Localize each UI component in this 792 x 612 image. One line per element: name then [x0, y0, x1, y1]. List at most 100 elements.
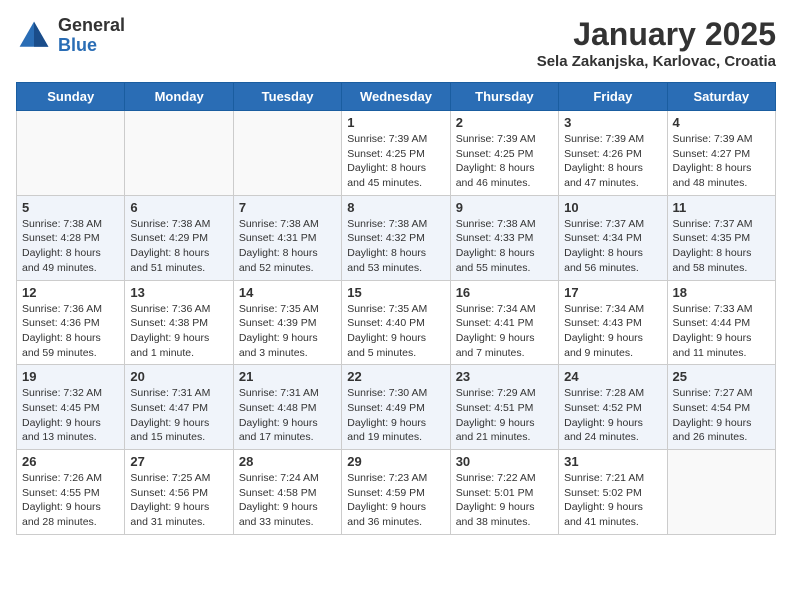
calendar-cell: 18 Sunrise: 7:33 AMSunset: 4:44 PMDayligh… — [667, 280, 775, 365]
calendar-subtitle: Sela Zakanjska, Karlovac, Croatia — [537, 53, 776, 70]
calendar-cell — [233, 111, 341, 196]
day-info: Sunrise: 7:21 AMSunset: 5:02 PMDaylight:… — [564, 471, 661, 530]
day-number: 2 — [456, 115, 553, 130]
day-info: Sunrise: 7:32 AMSunset: 4:45 PMDaylight:… — [22, 386, 119, 445]
weekday-header: Friday — [559, 83, 667, 111]
calendar-cell: 23 Sunrise: 7:29 AMSunset: 4:51 PMDayligh… — [450, 365, 558, 450]
calendar-cell: 31 Sunrise: 7:21 AMSunset: 5:02 PMDayligh… — [559, 450, 667, 535]
calendar-title: January 2025 — [537, 16, 776, 53]
day-number: 1 — [347, 115, 444, 130]
weekday-header: Wednesday — [342, 83, 450, 111]
day-info: Sunrise: 7:39 AMSunset: 4:25 PMDaylight:… — [347, 132, 444, 191]
calendar-cell: 13Sunrise: 7:36 AMSunset: 4:38 PMDayligh… — [125, 280, 233, 365]
calendar-cell: 12Sunrise: 7:36 AMSunset: 4:36 PMDayligh… — [17, 280, 125, 365]
day-info: Sunrise: 7:38 AMSunset: 4:29 PMDaylight:… — [130, 217, 227, 276]
calendar-cell: 16 Sunrise: 7:34 AMSunset: 4:41 PMDayligh… — [450, 280, 558, 365]
day-number: 16 — [456, 285, 553, 300]
day-info: Sunrise: 7:38 AMSunset: 4:31 PMDaylight:… — [239, 217, 336, 276]
day-number: 5 — [22, 200, 119, 215]
calendar-cell: 25 Sunrise: 7:27 AMSunset: 4:54 PMDayligh… — [667, 365, 775, 450]
logo-blue: Blue — [58, 35, 97, 55]
day-number: 7 — [239, 200, 336, 215]
calendar-table: SundayMondayTuesdayWednesdayThursdayFrid… — [16, 82, 776, 535]
day-number: 9 — [456, 200, 553, 215]
calendar-cell: 4 Sunrise: 7:39 AMSunset: 4:27 PMDaylight… — [667, 111, 775, 196]
calendar-cell: 2 Sunrise: 7:39 AMSunset: 4:25 PMDaylight… — [450, 111, 558, 196]
day-info: Sunrise: 7:39 AMSunset: 4:26 PMDaylight:… — [564, 132, 661, 191]
day-info: Sunrise: 7:36 AMSunset: 4:36 PMDaylight:… — [22, 302, 119, 361]
calendar-cell: 8Sunrise: 7:38 AMSunset: 4:32 PMDaylight… — [342, 195, 450, 280]
calendar-cell: 6 Sunrise: 7:38 AMSunset: 4:29 PMDaylight… — [125, 195, 233, 280]
day-info: Sunrise: 7:31 AMSunset: 4:48 PMDaylight:… — [239, 386, 336, 445]
calendar-cell: 30 Sunrise: 7:22 AMSunset: 5:01 PMDayligh… — [450, 450, 558, 535]
day-info: Sunrise: 7:27 AMSunset: 4:54 PMDaylight:… — [673, 386, 770, 445]
day-number: 20 — [130, 369, 227, 384]
calendar-cell: 26 Sunrise: 7:26 AMSunset: 4:55 PMDayligh… — [17, 450, 125, 535]
day-info: Sunrise: 7:37 AMSunset: 4:35 PMDaylight:… — [673, 217, 770, 276]
title-block: January 2025 Sela Zakanjska, Karlovac, C… — [537, 16, 776, 70]
day-number: 10 — [564, 200, 661, 215]
day-info: Sunrise: 7:25 AMSunset: 4:56 PMDaylight:… — [130, 471, 227, 530]
day-number: 13 — [130, 285, 227, 300]
day-number: 31 — [564, 454, 661, 469]
weekday-header: Thursday — [450, 83, 558, 111]
calendar-cell: 17 Sunrise: 7:34 AMSunset: 4:43 PMDayligh… — [559, 280, 667, 365]
logo: General Blue — [16, 16, 125, 56]
weekday-header: Saturday — [667, 83, 775, 111]
calendar-cell: 5 Sunrise: 7:38 AMSunset: 4:28 PMDaylight… — [17, 195, 125, 280]
calendar-cell: 19 Sunrise: 7:32 AMSunset: 4:45 PMDayligh… — [17, 365, 125, 450]
day-number: 30 — [456, 454, 553, 469]
day-info: Sunrise: 7:38 AMSunset: 4:28 PMDaylight:… — [22, 217, 119, 276]
calendar-cell: 27 Sunrise: 7:25 AMSunset: 4:56 PMDayligh… — [125, 450, 233, 535]
day-number: 4 — [673, 115, 770, 130]
day-number: 15 — [347, 285, 444, 300]
day-number: 26 — [22, 454, 119, 469]
weekday-header: Sunday — [17, 83, 125, 111]
day-number: 8 — [347, 200, 444, 215]
day-number: 27 — [130, 454, 227, 469]
calendar-cell: 7 Sunrise: 7:38 AMSunset: 4:31 PMDaylight… — [233, 195, 341, 280]
calendar-cell: 22Sunrise: 7:30 AMSunset: 4:49 PMDayligh… — [342, 365, 450, 450]
day-info: Sunrise: 7:35 AMSunset: 4:39 PMDaylight:… — [239, 302, 336, 361]
day-info: Sunrise: 7:23 AMSunset: 4:59 PMDaylight:… — [347, 471, 444, 530]
day-info: Sunrise: 7:34 AMSunset: 4:41 PMDaylight:… — [456, 302, 553, 361]
day-info: Sunrise: 7:33 AMSunset: 4:44 PMDaylight:… — [673, 302, 770, 361]
day-number: 21 — [239, 369, 336, 384]
day-info: Sunrise: 7:37 AMSunset: 4:34 PMDaylight:… — [564, 217, 661, 276]
day-number: 24 — [564, 369, 661, 384]
day-number: 19 — [22, 369, 119, 384]
calendar-week-row: 26 Sunrise: 7:26 AMSunset: 4:55 PMDayligh… — [17, 450, 776, 535]
logo-icon — [16, 18, 52, 54]
calendar-week-row: 12Sunrise: 7:36 AMSunset: 4:36 PMDayligh… — [17, 280, 776, 365]
day-info: Sunrise: 7:35 AMSunset: 4:40 PMDaylight:… — [347, 302, 444, 361]
calendar-week-row: 19 Sunrise: 7:32 AMSunset: 4:45 PMDayligh… — [17, 365, 776, 450]
calendar-cell: 9 Sunrise: 7:38 AMSunset: 4:33 PMDaylight… — [450, 195, 558, 280]
weekday-header: Monday — [125, 83, 233, 111]
calendar-cell — [125, 111, 233, 196]
day-info: Sunrise: 7:39 AMSunset: 4:25 PMDaylight:… — [456, 132, 553, 191]
day-number: 17 — [564, 285, 661, 300]
calendar-cell: 3Sunrise: 7:39 AMSunset: 4:26 PMDaylight… — [559, 111, 667, 196]
day-info: Sunrise: 7:39 AMSunset: 4:27 PMDaylight:… — [673, 132, 770, 191]
calendar-week-row: 1 Sunrise: 7:39 AMSunset: 4:25 PMDaylight… — [17, 111, 776, 196]
calendar-cell — [17, 111, 125, 196]
page-header: General Blue January 2025 Sela Zakanjska… — [16, 16, 776, 70]
calendar-cell: 28Sunrise: 7:24 AMSunset: 4:58 PMDayligh… — [233, 450, 341, 535]
day-info: Sunrise: 7:29 AMSunset: 4:51 PMDaylight:… — [456, 386, 553, 445]
logo-general: General — [58, 15, 125, 35]
day-info: Sunrise: 7:38 AMSunset: 4:33 PMDaylight:… — [456, 217, 553, 276]
day-info: Sunrise: 7:34 AMSunset: 4:43 PMDaylight:… — [564, 302, 661, 361]
day-number: 23 — [456, 369, 553, 384]
day-info: Sunrise: 7:30 AMSunset: 4:49 PMDaylight:… — [347, 386, 444, 445]
day-number: 18 — [673, 285, 770, 300]
day-number: 6 — [130, 200, 227, 215]
day-info: Sunrise: 7:28 AMSunset: 4:52 PMDaylight:… — [564, 386, 661, 445]
day-number: 25 — [673, 369, 770, 384]
calendar-cell — [667, 450, 775, 535]
logo-text: General Blue — [58, 16, 125, 56]
day-number: 14 — [239, 285, 336, 300]
day-info: Sunrise: 7:22 AMSunset: 5:01 PMDaylight:… — [456, 471, 553, 530]
calendar-cell: 11Sunrise: 7:37 AMSunset: 4:35 PMDayligh… — [667, 195, 775, 280]
day-info: Sunrise: 7:26 AMSunset: 4:55 PMDaylight:… — [22, 471, 119, 530]
calendar-cell: 24 Sunrise: 7:28 AMSunset: 4:52 PMDayligh… — [559, 365, 667, 450]
